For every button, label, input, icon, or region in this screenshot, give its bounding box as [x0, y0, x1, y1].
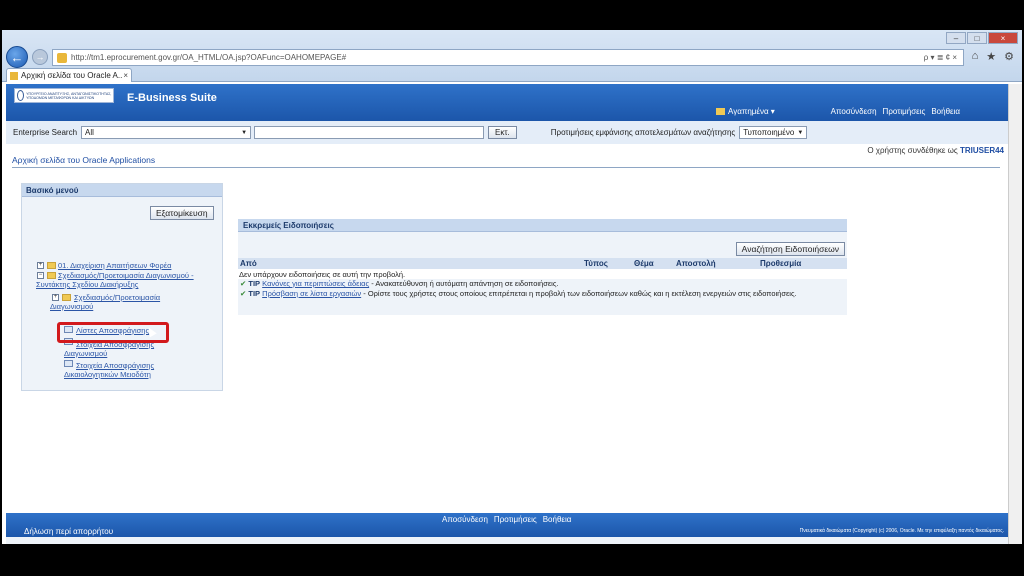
dropdown-arrow-icon: ▼ [241, 129, 248, 136]
expand-icon[interactable]: + [37, 262, 44, 269]
notifications-region: Εκκρεμείς Ειδοποιήσεις Αναζήτηση Ειδοποι… [238, 219, 847, 315]
menu-item-requirements[interactable]: 01. Διαχείριση Απαιτήσεων Φορέα [58, 261, 171, 270]
advanced-search-button[interactable]: Αναζήτηση Ειδοποιήσεων [735, 242, 845, 256]
tip-label: TIP [248, 289, 261, 298]
address-tools[interactable]: ρ ▾ ≣ ¢ × [924, 53, 963, 62]
favorites-label: Αγαπημένα ▾ [728, 107, 775, 116]
tip-label: TIP [248, 279, 261, 288]
personalize-button[interactable]: Εξατομίκευση [150, 206, 214, 220]
menu-item-tender-prep[interactable]: Σχεδιασμός/Προετοιμασία Διαγωνισμού [50, 293, 170, 311]
page-title: Αρχική σελίδα του Oracle Applications [12, 155, 156, 165]
col-type[interactable]: Τύπος [584, 259, 608, 268]
address-bar[interactable]: http://tm1.eprocurement.gov.gr/OA_HTML/O… [52, 49, 964, 66]
ministry-logo: ΥΠΟΥΡΓΕΙΟ ΑΝΑΠΤΥΞΗΣ, ΑΝΤΑΓΩΝΙΣΤΙΚΟΤΗΤΑΣ,… [14, 88, 114, 103]
main-menu-heading: Βασικό μενού [22, 184, 222, 197]
search-input[interactable] [254, 126, 485, 139]
favorites-star-icon[interactable]: ★ [986, 50, 996, 63]
site-favicon-icon [57, 52, 67, 63]
tip-text: - Ορίστε τους χρήστες στους οποίους επιτ… [361, 289, 797, 298]
forward-button[interactable]: → [32, 49, 48, 65]
check-icon: ✔ [240, 279, 247, 288]
menu-item-bidder-docs[interactable]: Στοιχεία Αποσφράγισης Δικαιολογητικών Με… [64, 361, 184, 379]
worklist-access-link[interactable]: Πρόσβαση σε λίστα εργασιών [262, 289, 361, 298]
tab-favicon-icon [10, 71, 18, 80]
footer-help-link[interactable]: Βοήθεια [543, 515, 572, 524]
suite-title: E-Business Suite [127, 92, 217, 104]
home-icon[interactable]: ⌂ [972, 50, 979, 63]
folder-icon [716, 108, 725, 115]
help-link[interactable]: Βοήθεια [931, 107, 960, 116]
enterprise-search-bar: Enterprise Search All ▼ Εκτ. Προτιμήσεις… [6, 121, 1008, 144]
table-header: Από Τύπος Θέμα Αποστολή Προθεσμία [238, 258, 847, 269]
divider [12, 167, 1000, 168]
browser-chrome: – □ × ← → http://tm1.eprocurement.gov.gr… [2, 30, 1022, 82]
user-prefix: Ο χρήστης συνδέθηκε ως [867, 146, 958, 155]
notifications-heading: Εκκρεμείς Ειδοποιήσεις [238, 219, 847, 232]
col-from[interactable]: Από [240, 259, 257, 268]
search-scope-value: All [85, 128, 94, 137]
browser-window: – □ × ← → http://tm1.eprocurement.gov.gr… [2, 30, 1022, 544]
check-icon: ✔ [240, 289, 247, 298]
search-scope-select[interactable]: All ▼ [81, 126, 252, 139]
logo-text: ΥΠΟΥΡΓΕΙΟ ΑΝΑΠΤΥΞΗΣ, ΑΝΤΑΓΩΝΙΣΤΙΚΟΤΗΤΑΣ,… [26, 91, 112, 100]
close-window-button[interactable]: × [988, 32, 1018, 44]
footer-logout-link[interactable]: Αποσύνδεση [442, 515, 488, 524]
tab-close-icon[interactable]: × [123, 71, 128, 80]
back-arrow-icon: ← [10, 49, 24, 65]
preferences-link[interactable]: Προτιμήσεις [883, 107, 926, 116]
folder-icon [47, 262, 56, 269]
footer-preferences-link[interactable]: Προτιμήσεις [494, 515, 537, 524]
results-pref-value: Τυποποιημένο [743, 128, 795, 137]
global-links: Αποσύνδεση Προτιμήσεις Βοήθεια [831, 107, 960, 116]
back-button[interactable]: ← [6, 46, 28, 68]
col-subject[interactable]: Θέμα [634, 259, 654, 268]
dropdown-arrow-icon: ▼ [797, 129, 804, 136]
tip-text: - Ανακατεύθυνση ή αυτόματη απάντηση σε ε… [369, 279, 559, 288]
main-menu: Βασικό μενού Εξατομίκευση + 01. Διαχείρι… [21, 183, 223, 391]
tip-row: ✔ TIP Πρόσβαση σε λίστα εργασιών - Ορίστ… [238, 289, 847, 299]
col-sent[interactable]: Αποστολή [676, 259, 716, 268]
page-footer: Αποσύνδεση Προτιμήσεις Βοήθεια Δήλωση πε… [6, 513, 1008, 537]
notifications-table: Από Τύπος Θέμα Αποστολή Προθεσμία Δεν υπ… [238, 258, 847, 299]
col-due[interactable]: Προθεσμία [760, 259, 801, 268]
empty-message: Δεν υπάρχουν ειδοποιήσεις σε αυτή την πρ… [238, 269, 847, 279]
ebs-header: ΥΠΟΥΡΓΕΙΟ ΑΝΑΠΤΥΞΗΣ, ΑΝΤΑΓΩΝΙΣΤΙΚΟΤΗΤΑΣ,… [6, 84, 1008, 121]
scrollbar[interactable] [1008, 84, 1022, 544]
logout-link[interactable]: Αποσύνδεση [831, 107, 877, 116]
tab-title: Αρχική σελίδα του Oracle A... [21, 71, 124, 80]
browser-tab[interactable]: Αρχική σελίδα του Oracle A... × [6, 68, 132, 82]
search-label: Enterprise Search [13, 128, 78, 137]
menu-item-tender-drafter[interactable]: Σχεδιασμός/Προετοιμασία Διαγωνισμού - Συ… [36, 271, 216, 289]
minimize-button[interactable]: – [946, 32, 966, 44]
user-name: TRIUSER44 [959, 146, 1004, 155]
tools-gear-icon[interactable]: ⚙ [1004, 50, 1014, 63]
copyright-text: Πνευματικά δικαιώματα (Copyright) (c) 20… [799, 528, 1004, 534]
address-url: http://tm1.eprocurement.gov.gr/OA_HTML/O… [71, 53, 347, 62]
seal-icon [17, 90, 25, 101]
search-go-button[interactable]: Εκτ. [488, 126, 517, 139]
privacy-link[interactable]: Δήλωση περί απορρήτου [24, 527, 113, 536]
results-pref-label: Προτιμήσεις εμφάνισης αποτελεσμάτων αναζ… [550, 128, 736, 137]
favorites-menu[interactable]: Αγαπημένα ▾ [716, 107, 775, 116]
vacation-rules-link[interactable]: Κανόνες για περιπτώσεις άδειας [262, 279, 369, 288]
results-pref-select[interactable]: Τυποποιημένο ▼ [739, 126, 808, 139]
footer-links: Αποσύνδεση Προτιμήσεις Βοήθεια [442, 515, 571, 524]
tip-row: ✔ TIP Κανόνες για περιπτώσεις άδειας - Α… [238, 279, 847, 289]
window-controls: – □ × [946, 32, 1018, 44]
browser-toolbar-icons: ⌂ ★ ⚙ [972, 50, 1014, 63]
maximize-button[interactable]: □ [967, 32, 987, 44]
bottom-strip [6, 537, 1008, 544]
user-info: Ο χρήστης συνδέθηκε ως TRIUSER44 [867, 146, 1004, 155]
forward-arrow-icon: → [35, 52, 45, 62]
